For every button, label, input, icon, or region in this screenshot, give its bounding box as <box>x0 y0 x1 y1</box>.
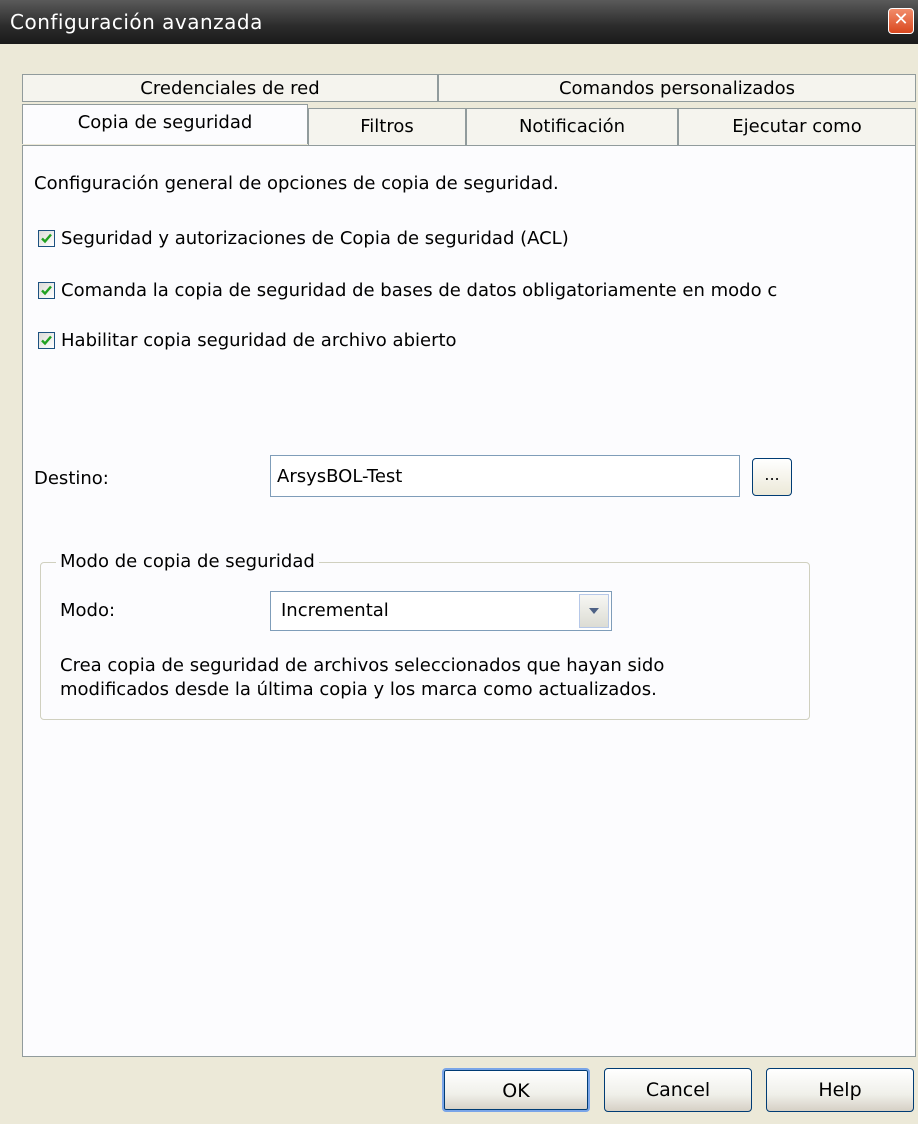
tab-label: Ejecutar como <box>732 116 862 137</box>
dropdown-button[interactable] <box>579 594 609 628</box>
checkbox-label: Habilitar copia seguridad de archivo abi… <box>61 330 457 351</box>
tab-ejecutar-como[interactable]: Ejecutar como <box>678 108 916 146</box>
close-button[interactable]: ✕ <box>888 8 914 34</box>
tab-label: Notificación <box>518 116 626 137</box>
mode-label: Modo: <box>60 600 116 621</box>
tab-notificacion[interactable]: Notificación <box>466 108 678 146</box>
tab-filtros[interactable]: Filtros <box>308 108 466 146</box>
cancel-button[interactable]: Cancel <box>604 1068 752 1112</box>
checkbox-acl[interactable]: Seguridad y autorizaciones de Copia de s… <box>38 228 569 249</box>
help-button[interactable]: Help <box>766 1068 914 1112</box>
browse-button[interactable]: ... <box>752 458 792 496</box>
title-bar: Configuración avanzada ✕ <box>0 0 918 44</box>
tab-label: Filtros <box>360 116 414 137</box>
checkmark-icon <box>41 335 52 346</box>
panel-description: Configuración general de opciones de cop… <box>34 173 559 194</box>
checkbox-database-mode[interactable]: Comanda la copia de seguridad de bases d… <box>38 280 777 301</box>
tab-comandos-personalizados[interactable]: Comandos personalizados <box>438 74 916 102</box>
ok-button[interactable]: OK <box>442 1068 590 1112</box>
checkbox-open-file[interactable]: Habilitar copia seguridad de archivo abi… <box>38 330 457 351</box>
mode-group-title: Modo de copia de seguridad <box>56 551 319 572</box>
tab-copia-de-seguridad[interactable]: Copia de seguridad <box>22 104 308 144</box>
mode-select[interactable]: Incremental <box>270 591 612 631</box>
mode-description: Crea copia de seguridad de archivos sele… <box>60 654 760 702</box>
help-label: Help <box>818 1079 862 1101</box>
browse-label: ... <box>764 465 780 484</box>
checkbox-label: Seguridad y autorizaciones de Copia de s… <box>61 228 569 249</box>
checkbox-box[interactable] <box>38 230 55 247</box>
tab-label: Copia de seguridad <box>77 112 253 133</box>
destino-label: Destino: <box>34 468 109 489</box>
checkbox-label: Comanda la copia de seguridad de bases d… <box>61 280 778 301</box>
checkbox-box[interactable] <box>38 332 55 349</box>
mode-select-value: Incremental <box>281 600 389 621</box>
tab-credenciales-de-red[interactable]: Credenciales de red <box>22 74 438 102</box>
mode-description-line: Crea copia de seguridad de archivos sele… <box>60 655 665 676</box>
checkmark-icon <box>41 285 52 296</box>
chevron-down-icon <box>589 608 599 614</box>
window-title: Configuración avanzada <box>10 10 263 34</box>
checkbox-box[interactable] <box>38 282 55 299</box>
tab-label: Credenciales de red <box>140 78 320 99</box>
cancel-label: Cancel <box>645 1079 711 1101</box>
checkmark-icon <box>41 233 52 244</box>
mode-description-line: modificados desde la última copia y los … <box>60 679 657 700</box>
destino-input[interactable] <box>270 455 740 497</box>
ok-label: OK <box>502 1080 530 1102</box>
tab-label: Comandos personalizados <box>558 78 796 99</box>
close-icon: ✕ <box>893 9 909 30</box>
